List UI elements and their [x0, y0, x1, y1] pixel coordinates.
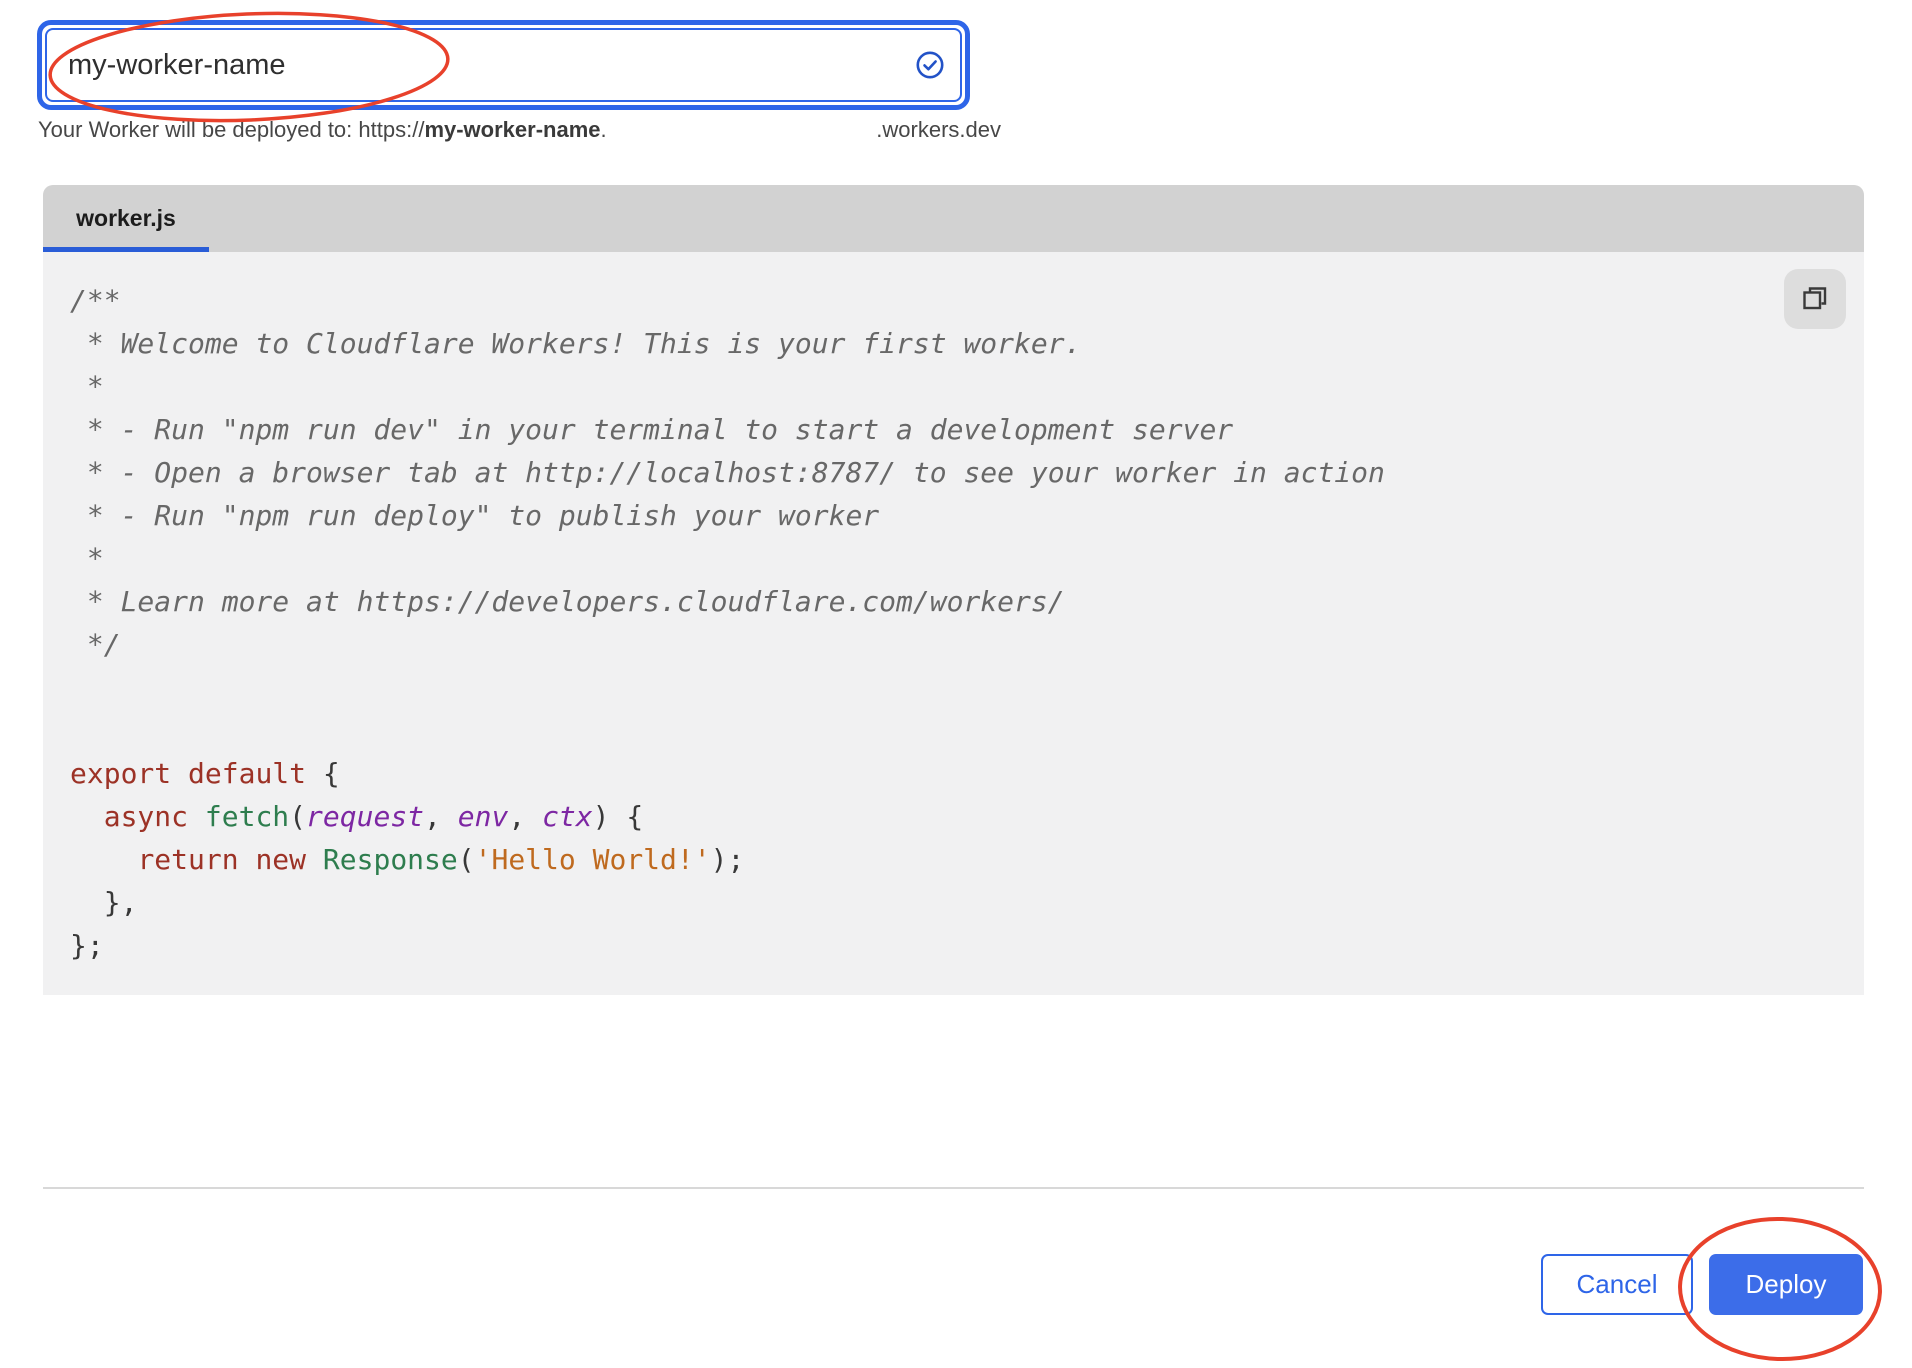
code-editor-panel: worker.js /** * Welcome to Cloudflare Wo… — [43, 185, 1864, 995]
code-area: /** * Welcome to Cloudflare Workers! Thi… — [43, 252, 1864, 995]
code-line: * Learn more at https://developers.cloud… — [70, 580, 1864, 623]
deploy-url-suffix: .workers.dev — [876, 117, 1001, 143]
code-line — [70, 666, 1864, 709]
code-line: * — [70, 537, 1864, 580]
deploy-url-helper: Your Worker will be deployed to: https:/… — [38, 117, 1001, 143]
code-line: * Welcome to Cloudflare Workers! This is… — [70, 322, 1864, 365]
code-line: }; — [70, 924, 1864, 967]
code-line: }, — [70, 881, 1864, 924]
deploy-url-prefix: Your Worker will be deployed to: https:/… — [38, 117, 607, 143]
code-line: * - Open a browser tab at http://localho… — [70, 451, 1864, 494]
deploy-button[interactable]: Deploy — [1709, 1254, 1863, 1315]
worker-name-field-inner — [45, 28, 962, 102]
code-line: return new Response('Hello World!'); — [70, 838, 1864, 881]
copy-icon — [1800, 283, 1830, 316]
code-line: */ — [70, 623, 1864, 666]
copy-code-button[interactable] — [1784, 269, 1846, 329]
code-line: /** — [70, 279, 1864, 322]
code-line: * — [70, 365, 1864, 408]
code-line — [70, 709, 1864, 752]
tab-worker-js-label: worker.js — [76, 205, 176, 232]
cancel-button[interactable]: Cancel — [1541, 1254, 1693, 1315]
code-content: /** * Welcome to Cloudflare Workers! Thi… — [43, 252, 1864, 967]
code-line: * - Run "npm run dev" in your terminal t… — [70, 408, 1864, 451]
check-circle-icon — [900, 51, 960, 79]
deploy-url-worker-name: my-worker-name — [424, 117, 600, 142]
code-line: * - Run "npm run deploy" to publish your… — [70, 494, 1864, 537]
editor-tab-bar: worker.js — [43, 185, 1864, 252]
footer-divider — [43, 1187, 1864, 1189]
worker-name-input[interactable] — [47, 49, 900, 82]
worker-name-field — [37, 20, 970, 110]
tab-worker-js[interactable]: worker.js — [43, 185, 209, 252]
code-line: export default { — [70, 752, 1864, 795]
code-line: async fetch(request, env, ctx) { — [70, 795, 1864, 838]
